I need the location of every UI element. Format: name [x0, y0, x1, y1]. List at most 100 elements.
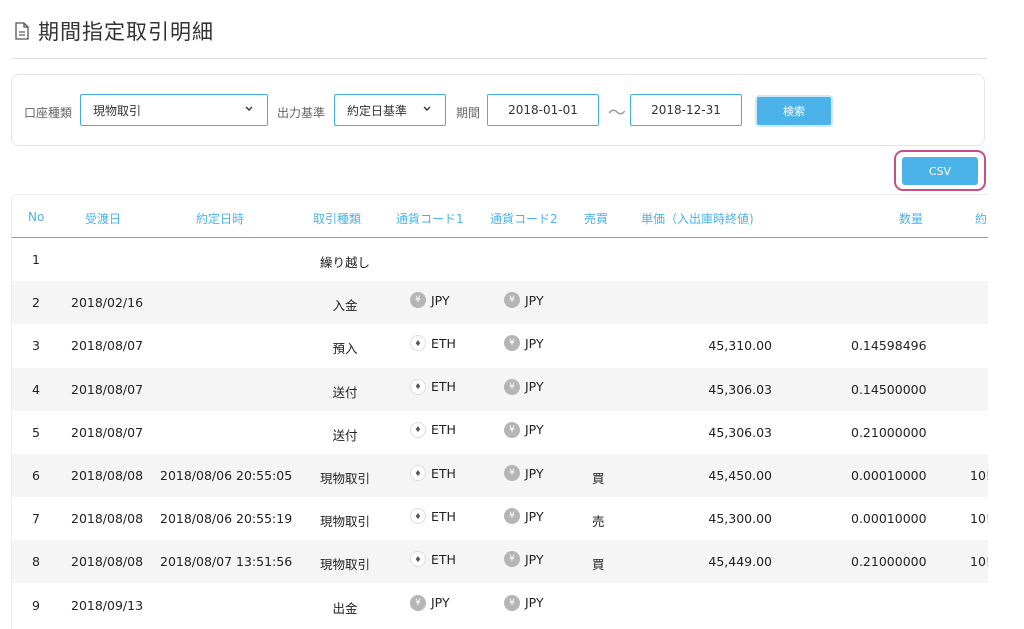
output-basis-value: 約定日基準	[347, 103, 408, 118]
cell-currency-2: ¥ JPY	[504, 292, 544, 309]
cell-quantity: 0.14500000	[851, 381, 927, 397]
cell-currency-1-code: ETH	[431, 508, 456, 524]
cell-currency-2-code: JPY	[525, 595, 544, 611]
csv-download-button[interactable]: CSV	[902, 157, 978, 185]
cell-currency-2-code: JPY	[525, 465, 544, 481]
eth-icon: ♦	[410, 335, 426, 352]
yen-icon: ¥	[504, 508, 520, 525]
col-trade-type[interactable]: 取引種類	[313, 210, 361, 227]
table-header: No 受渡日 約定日時 取引種類 通貨コード1 通貨コード2 売買 単価（入出庫…	[12, 195, 988, 238]
yen-icon: ¥	[504, 292, 520, 309]
account-type-value: 現物取引	[93, 103, 142, 118]
cell-settlement-date: 2018/08/08	[71, 511, 144, 527]
yen-icon: ¥	[504, 594, 520, 611]
eth-icon: ♦	[410, 421, 426, 438]
chevron-down-icon	[423, 106, 431, 111]
table-row: 4 2018/08/07 送付 ♦ ETH ¥ JPY 45,306.03 0.14500000	[12, 367, 988, 411]
cell-currency-2-code: JPY	[525, 292, 544, 308]
table-row: 7 2018/08/08 2018/08/06 20:55:19 現物取引 ♦ ETH ¥ J…	[12, 497, 988, 540]
filter-panel: 口座種類 現物取引 出力基準 約定日基準 期間 2018-01-01 〜 201…	[11, 74, 985, 146]
yen-icon: ¥	[504, 421, 520, 438]
search-button[interactable]: 検索	[757, 97, 831, 125]
cell-no: 8	[32, 554, 40, 570]
cell-currency-2: ¥ JPY	[504, 508, 544, 525]
cell-currency-2-code: JPY	[525, 422, 544, 438]
cell-no: 2	[32, 295, 40, 311]
cell-unit-price: 45,306.03	[708, 381, 772, 397]
cell-currency-2: ¥ JPY	[504, 378, 544, 395]
cell-trade-datetime: 2018/08/07 13:51:56	[160, 554, 293, 570]
yen-icon: ¥	[504, 465, 520, 481]
yen-icon: ¥	[410, 292, 426, 309]
cell-settlement-date: 2018/08/08	[71, 554, 144, 570]
table-row: 5 2018/08/07 送付 ♦ ETH ¥ JPY 45,306.03 0.21000000	[12, 411, 988, 454]
cell-trade-type: 現物取引	[319, 514, 370, 530]
cell-trade-type: 出金	[332, 600, 358, 616]
col-settlement-date[interactable]: 受渡日	[85, 210, 121, 227]
page-title: 期間指定取引明細	[38, 20, 214, 44]
cell-quantity: 0.14598496	[851, 338, 927, 354]
eth-icon: ♦	[410, 378, 426, 395]
chevron-down-icon	[245, 106, 253, 111]
title-divider	[12, 58, 987, 59]
col-trade-datetime[interactable]: 約定日時	[196, 210, 244, 227]
cell-currency-1-code: ETH	[431, 422, 456, 438]
table-row: 8 2018/08/08 2018/08/07 13:51:56 現物取引 ♦ ETH ¥ J…	[12, 540, 988, 584]
period-separator: 〜	[608, 103, 626, 124]
cell-currency-1-code: ETH	[431, 335, 456, 351]
date-from-input[interactable]: 2018-01-01	[487, 94, 599, 126]
transaction-table: No 受渡日 約定日時 取引種類 通貨コード1 通貨コード2 売買 単価（入出庫…	[11, 194, 988, 629]
output-basis-select[interactable]: 約定日基準	[334, 94, 446, 126]
account-type-label: 口座種類	[24, 106, 73, 120]
cell-settlement-date: 2018/08/07	[71, 381, 144, 397]
cell-trade-type: 預入	[332, 341, 358, 357]
col-side[interactable]: 売買	[584, 210, 608, 227]
eth-icon: ♦	[410, 465, 426, 481]
cell-no: 1	[32, 252, 40, 267]
account-type-select[interactable]: 現物取引	[80, 94, 268, 126]
cell-currency-2-code: JPY	[525, 379, 544, 395]
cell-trade-type: 送付	[332, 427, 358, 443]
cell-quantity: 0.00010000	[851, 468, 927, 483]
col-truncated[interactable]: 約	[975, 210, 987, 227]
cell-trade-datetime: 2018/08/06 20:55:19	[160, 511, 293, 527]
col-unit-price[interactable]: 単価（入出庫時終値)	[641, 210, 754, 227]
cell-side: 売	[592, 514, 605, 530]
cell-trade-type: 送付	[332, 384, 358, 400]
cell-currency-2: ¥ JPY	[504, 594, 544, 611]
cell-settlement-date: 2018/08/08	[71, 468, 144, 483]
cell-truncated: 10!	[970, 554, 988, 570]
cell-currency-2-code: JPY	[525, 335, 544, 351]
cell-currency-1: ♦ ETH	[410, 508, 456, 525]
table-row: 9 2018/09/13 出金 ¥ JPY ¥ JPY	[12, 584, 988, 627]
col-currency-1[interactable]: 通貨コード1	[396, 210, 464, 227]
table-row: 6 2018/08/08 2018/08/06 20:55:05 現物取引 ♦ ETH ¥ J…	[12, 454, 988, 497]
cell-currency-1-code: ETH	[431, 379, 456, 395]
cell-no: 4	[32, 381, 40, 397]
cell-unit-price: 45,306.03	[708, 424, 772, 440]
cell-unit-price: 45,450.00	[708, 468, 772, 483]
cell-settlement-date: 2018/08/07	[71, 338, 144, 354]
cell-unit-price: 45,310.00	[708, 338, 772, 354]
cell-currency-2: ¥ JPY	[504, 421, 544, 438]
col-quantity[interactable]: 数量	[899, 210, 923, 227]
cell-currency-1-code: JPY	[431, 595, 450, 611]
table-row: 3 2018/08/07 預入 ♦ ETH ¥ JPY 45,310.00 0.14598496	[12, 324, 988, 367]
period-label: 期間	[456, 106, 481, 120]
cell-currency-2: ¥ JPY	[504, 551, 544, 568]
col-currency-2[interactable]: 通貨コード2	[490, 210, 558, 227]
cell-trade-type: 現物取引	[319, 557, 370, 573]
document-icon	[15, 22, 29, 40]
cell-currency-1: ♦ ETH	[410, 465, 456, 481]
col-no[interactable]: No	[28, 210, 44, 224]
cell-currency-1: ♦ ETH	[410, 335, 456, 352]
date-to-input[interactable]: 2018-12-31	[630, 94, 742, 126]
cell-truncated: 10!	[970, 511, 988, 527]
eth-icon: ♦	[410, 551, 426, 568]
output-basis-label: 出力基準	[277, 106, 326, 120]
cell-no: 5	[32, 424, 40, 440]
table-row: 2 2018/02/16 入金 ¥ JPY ¥ JPY	[12, 281, 988, 325]
cell-currency-1: ¥ JPY	[410, 292, 450, 309]
cell-currency-2-code: JPY	[525, 551, 544, 567]
cell-settlement-date: 2018/09/13	[71, 597, 144, 613]
